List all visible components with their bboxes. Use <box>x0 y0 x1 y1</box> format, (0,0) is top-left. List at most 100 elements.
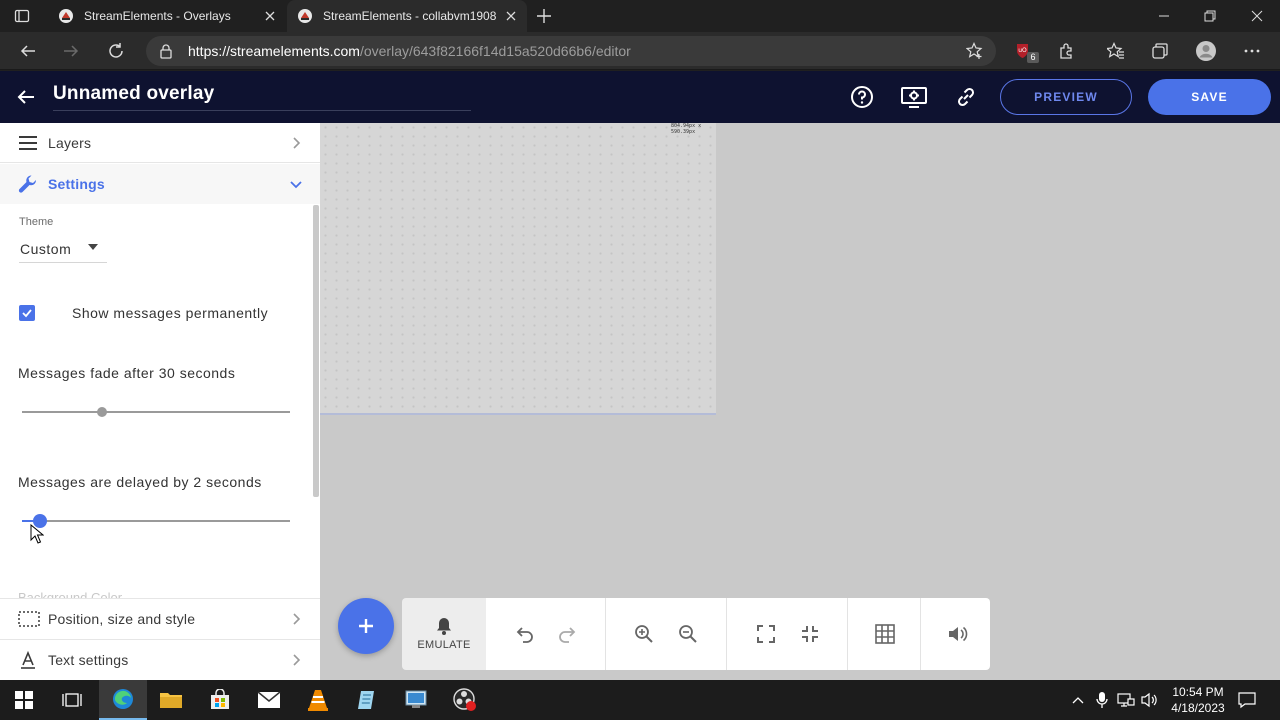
extensions-icon[interactable] <box>1053 37 1081 65</box>
fade-slider-thumb[interactable] <box>97 407 108 417</box>
browser-tab-collabvm[interactable]: StreamElements - collabvm1908 <box>287 0 527 32</box>
vlc-icon[interactable] <box>294 680 342 720</box>
theme-select[interactable]: Custom <box>19 237 107 263</box>
redo-icon[interactable] <box>556 622 580 646</box>
refresh-icon[interactable] <box>102 37 130 65</box>
network-icon[interactable] <box>1117 692 1135 708</box>
show-permanently-label: Show messages permanently <box>72 305 269 321</box>
svg-text:uO: uO <box>1018 47 1027 54</box>
delay-slider-label: Messages are delayed by 2 seconds <box>18 474 262 490</box>
new-tab-icon[interactable] <box>535 7 553 25</box>
add-favorite-icon[interactable] <box>966 42 984 60</box>
system-clock[interactable]: 10:54 PM 4/18/2023 <box>1160 684 1236 716</box>
lock-icon[interactable] <box>159 43 173 59</box>
tab-title: StreamElements - collabvm1908 <box>323 9 497 23</box>
collections-icon[interactable] <box>1146 37 1174 65</box>
url-text: https://streamelements.com/overlay/643f8… <box>188 43 631 59</box>
speaker-icon[interactable] <box>1141 692 1159 708</box>
restore-icon[interactable] <box>1187 0 1233 32</box>
clock-time: 10:54 PM <box>1172 685 1224 699</box>
tab-title: StreamElements - Overlays <box>84 9 231 23</box>
mail-icon[interactable] <box>245 680 293 720</box>
overlay-stage[interactable]: 804.94px x 590.39px <box>320 123 716 415</box>
address-bar[interactable]: https://streamelements.com/overlay/643f8… <box>146 36 996 66</box>
canvas-toolbar <box>486 598 990 670</box>
toolbar-divider <box>847 598 848 670</box>
toolbar-divider <box>605 598 606 670</box>
fade-slider-label: Messages fade after 30 seconds <box>18 365 236 381</box>
tab-actions-icon[interactable] <box>14 8 30 24</box>
forward-icon[interactable] <box>57 37 85 65</box>
theme-select-value: Custom <box>20 241 72 257</box>
panel-scrollbar[interactable] <box>313 205 319 497</box>
back-arrow-icon[interactable] <box>14 85 38 109</box>
extension-badge: 6 <box>1027 52 1039 63</box>
chevron-right-icon <box>288 611 304 627</box>
zoom-in-icon[interactable] <box>632 622 656 646</box>
chevron-right-icon <box>288 135 304 151</box>
windows-start-icon[interactable] <box>0 680 48 720</box>
streamelements-favicon-icon <box>297 8 313 24</box>
save-button[interactable]: SAVE <box>1148 79 1271 115</box>
obs-recording-icon[interactable] <box>441 680 489 720</box>
browser-toolbar: https://streamelements.com/overlay/643f8… <box>0 32 1280 70</box>
minimize-icon[interactable] <box>1141 0 1187 32</box>
fade-slider-track[interactable] <box>22 411 290 413</box>
edge-browser-icon[interactable] <box>99 680 147 720</box>
favorites-icon[interactable] <box>1102 37 1130 65</box>
zoom-out-icon[interactable] <box>676 622 700 646</box>
back-icon[interactable] <box>14 37 42 65</box>
help-icon[interactable] <box>848 83 876 111</box>
browser-tab-overlays[interactable]: StreamElements - Overlays <box>48 0 286 32</box>
url-path: /overlay/643f82166f14d15a520d66b6/editor <box>359 43 631 59</box>
task-view-icon[interactable] <box>48 680 96 720</box>
microphone-icon[interactable] <box>1095 691 1109 709</box>
fit-to-screen-icon[interactable] <box>754 622 778 646</box>
close-tab-icon[interactable] <box>503 8 519 24</box>
more-options-icon[interactable] <box>1238 37 1266 65</box>
position-section-header[interactable]: Position, size and style <box>0 598 320 638</box>
preview-button[interactable]: PREVIEW <box>1000 79 1132 115</box>
text-settings-label: Text settings <box>48 652 129 668</box>
add-widget-button[interactable] <box>338 598 394 654</box>
shrink-icon[interactable] <box>798 622 822 646</box>
undo-icon[interactable] <box>512 622 536 646</box>
chevron-right-icon <box>288 652 304 668</box>
overlay-title-input[interactable]: Unnamed overlay <box>53 83 471 111</box>
overlay-settings-icon[interactable] <box>900 83 928 111</box>
layers-section-header[interactable]: Layers <box>0 123 320 163</box>
wrench-icon <box>18 174 38 194</box>
notification-icon[interactable] <box>1238 691 1256 709</box>
resolution-label: 804.94px x 590.39px <box>671 123 702 135</box>
chevron-up-icon[interactable] <box>1070 692 1086 708</box>
settings-panel: Layers Settings Theme Custom Show messag… <box>0 123 320 680</box>
notepad-icon[interactable] <box>343 680 391 720</box>
link-icon[interactable] <box>952 83 980 111</box>
settings-section-header[interactable]: Settings <box>0 164 320 204</box>
caret-down-icon <box>88 244 98 250</box>
theme-label: Theme <box>19 216 54 228</box>
selection-box-icon <box>18 609 40 629</box>
volume-icon[interactable] <box>946 622 970 646</box>
text-settings-section-header[interactable]: Text settings <box>0 639 320 679</box>
grid-icon[interactable] <box>873 622 897 646</box>
editor-canvas[interactable]: 804.94px x 590.39px EMULATE <box>320 123 1280 680</box>
profile-avatar-icon[interactable] <box>1192 37 1220 65</box>
browser-tab-strip: StreamElements - Overlays StreamElements… <box>0 0 1280 32</box>
checkmark-icon <box>22 309 32 318</box>
url-host: https://streamelements.com <box>188 43 360 59</box>
plus-icon <box>359 619 373 633</box>
chevron-down-icon <box>288 176 304 192</box>
emulate-button[interactable]: EMULATE <box>402 598 488 670</box>
microsoft-store-icon[interactable] <box>196 680 244 720</box>
show-permanently-checkbox[interactable] <box>19 305 35 321</box>
ublock-extension-icon[interactable]: uO 6 <box>1010 37 1039 65</box>
network-computer-icon[interactable] <box>392 680 440 720</box>
delay-slider-track[interactable] <box>22 520 290 522</box>
file-explorer-icon[interactable] <box>147 680 195 720</box>
streamelements-favicon-icon <box>58 8 74 24</box>
toolbar-divider <box>726 598 727 670</box>
close-window-icon[interactable] <box>1234 0 1280 32</box>
close-tab-icon[interactable] <box>262 8 278 24</box>
layers-list-icon <box>18 133 38 153</box>
